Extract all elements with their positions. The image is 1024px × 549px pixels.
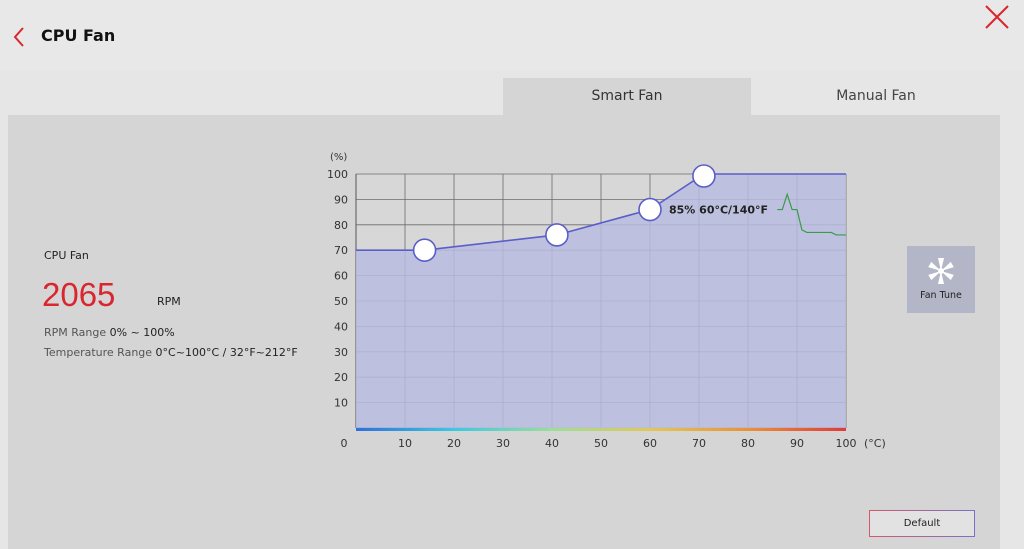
y-tick-label: 80 (334, 219, 348, 232)
y-tick-label: 50 (334, 295, 348, 308)
y-tick-label: 60 (334, 270, 348, 283)
x-tick-label: 20 (447, 437, 461, 450)
x-tick-label: 50 (594, 437, 608, 450)
y-tick-label: 100 (327, 168, 348, 181)
curve-handle[interactable] (545, 223, 569, 247)
x-unit-label: (°C) (864, 437, 886, 450)
x-tick-label: 40 (545, 437, 559, 450)
x-tick-label: 80 (741, 437, 755, 450)
x-tick-label: 100 (836, 437, 857, 450)
x-tick-label: 10 (398, 437, 412, 450)
y-tick-label: 20 (334, 371, 348, 384)
curve-handle[interactable] (412, 238, 437, 262)
fan-icon (928, 258, 954, 284)
y-unit-label: (%) (330, 152, 347, 163)
y-tick-label: 40 (334, 320, 348, 333)
curve-handle[interactable] (692, 164, 716, 188)
x-tick-label: 30 (496, 437, 510, 450)
default-button[interactable]: Default (869, 510, 975, 537)
x-tick-label: 0 (341, 437, 348, 450)
selected-point-annotation: 85% 60°C/140°F (669, 204, 768, 217)
fan-tune-button[interactable]: Fan Tune (907, 246, 975, 313)
y-tick-label: 90 (334, 193, 348, 206)
y-tick-label: 30 (334, 346, 348, 359)
curve-handle[interactable] (638, 197, 662, 222)
fan-tune-label: Fan Tune (920, 290, 962, 301)
x-tick-label: 60 (643, 437, 657, 450)
y-tick-label: 10 (334, 397, 348, 410)
x-tick-label: 90 (790, 437, 804, 450)
fan-curve-chart: 10 20 30 40 50 60 70 80 90 100 0 10 20 30 40 50 60 70 80 90… (327, 152, 886, 450)
x-tick-label: 70 (692, 437, 706, 450)
y-tick-label: 70 (334, 244, 348, 257)
